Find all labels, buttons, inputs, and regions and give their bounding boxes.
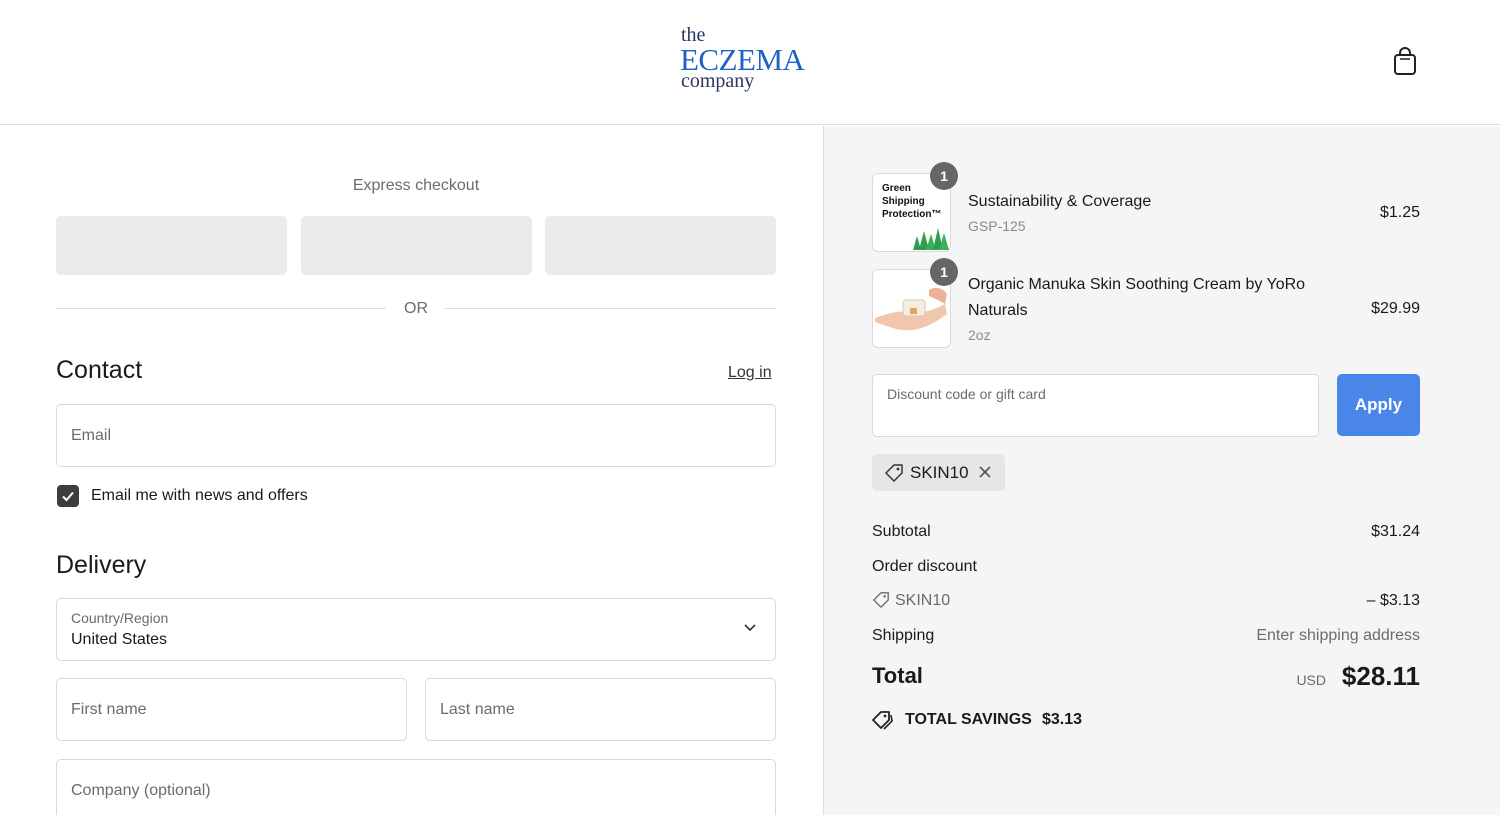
apply-discount-button[interactable]: Apply [1337, 374, 1420, 436]
login-link[interactable]: Log in [728, 364, 772, 382]
applied-discount-chip: SKIN10 [872, 454, 1005, 491]
thumb-text-2: Shipping [882, 196, 925, 207]
shopping-bag-icon[interactable] [1392, 46, 1418, 76]
last-name-field[interactable]: Last name [425, 678, 776, 741]
remove-discount-icon[interactable] [978, 465, 992, 479]
company-field[interactable]: Company (optional) [56, 759, 776, 815]
checkout-form: Express checkout OR Contact Log in Email… [0, 126, 823, 815]
subtotal-label: Subtotal [872, 523, 931, 540]
page-header: the ECZEMA company [0, 0, 1500, 125]
savings-tag-icon [872, 711, 893, 730]
item-price: $1.25 [1379, 204, 1420, 221]
currency-code: USD [1296, 672, 1326, 688]
country-label: Country/Region [71, 610, 169, 626]
email-placeholder: Email [71, 427, 112, 444]
or-label: OR [404, 300, 428, 317]
total-savings-label: TOTAL SAVINGS [905, 711, 1032, 728]
applied-code-text: SKIN10 [910, 463, 969, 482]
store-logo[interactable]: the ECZEMA company [680, 24, 810, 98]
newsletter-label: Email me with news and offers [91, 487, 308, 504]
shipping-value: Enter shipping address [1256, 627, 1420, 644]
express-pay-button-2[interactable] [301, 216, 532, 275]
shipping-label: Shipping [872, 627, 935, 644]
discount-placeholder: Discount code or gift card [887, 386, 1046, 402]
subtotal-value: $31.24 [1371, 523, 1420, 540]
contact-heading: Contact [56, 356, 143, 384]
checkmark-icon [62, 491, 74, 502]
total-savings-value: $3.13 [1042, 711, 1083, 728]
country-select[interactable]: Country/Region United States [56, 598, 776, 661]
tag-icon [885, 464, 903, 482]
last-name-placeholder: Last name [440, 701, 515, 718]
thumb-text-3: Protection™ [882, 209, 941, 220]
item-quantity-badge: 1 [930, 162, 958, 190]
logo-line-company: company [681, 70, 755, 92]
item-quantity-badge: 1 [930, 258, 958, 286]
order-summary: Green Shipping Protection™ 1 Sustainabil… [823, 126, 1500, 815]
discount-value: – $3.13 [1366, 592, 1420, 609]
thumb-text-1: Green [882, 183, 911, 194]
first-name-placeholder: First name [71, 701, 147, 718]
first-name-field[interactable]: First name [56, 678, 407, 741]
discount-code-input[interactable]: Discount code or gift card [872, 374, 1319, 437]
newsletter-checkbox[interactable] [57, 485, 79, 507]
product-thumbnail-shipping-protection: Green Shipping Protection™ 1 [872, 162, 958, 252]
total-value: $28.11 [1341, 661, 1420, 691]
email-field[interactable]: Email [56, 404, 776, 467]
delivery-heading: Delivery [56, 551, 147, 579]
item-name-line-1: Organic Manuka Skin Soothing Cream by Yo… [968, 276, 1306, 293]
order-discount-label: Order discount [872, 558, 977, 575]
discount-tag-icon [873, 592, 889, 608]
express-checkout-title: Express checkout [352, 177, 480, 194]
discount-code-label: SKIN10 [895, 592, 951, 609]
or-divider: OR [56, 298, 776, 320]
product-thumbnail-manuka-cream: 1 [872, 258, 958, 348]
item-name-line-2: Naturals [968, 302, 1028, 319]
item-price: $29.99 [1371, 300, 1420, 317]
total-label: Total [872, 663, 923, 688]
chevron-down-icon [744, 624, 756, 632]
express-pay-button-1[interactable] [56, 216, 287, 275]
company-placeholder: Company (optional) [71, 782, 211, 799]
item-variant: 2oz [968, 327, 991, 343]
item-variant: GSP-125 [968, 218, 1026, 234]
item-name: Sustainability & Coverage [968, 193, 1152, 210]
express-pay-button-3[interactable] [545, 216, 776, 275]
country-value: United States [71, 631, 168, 648]
